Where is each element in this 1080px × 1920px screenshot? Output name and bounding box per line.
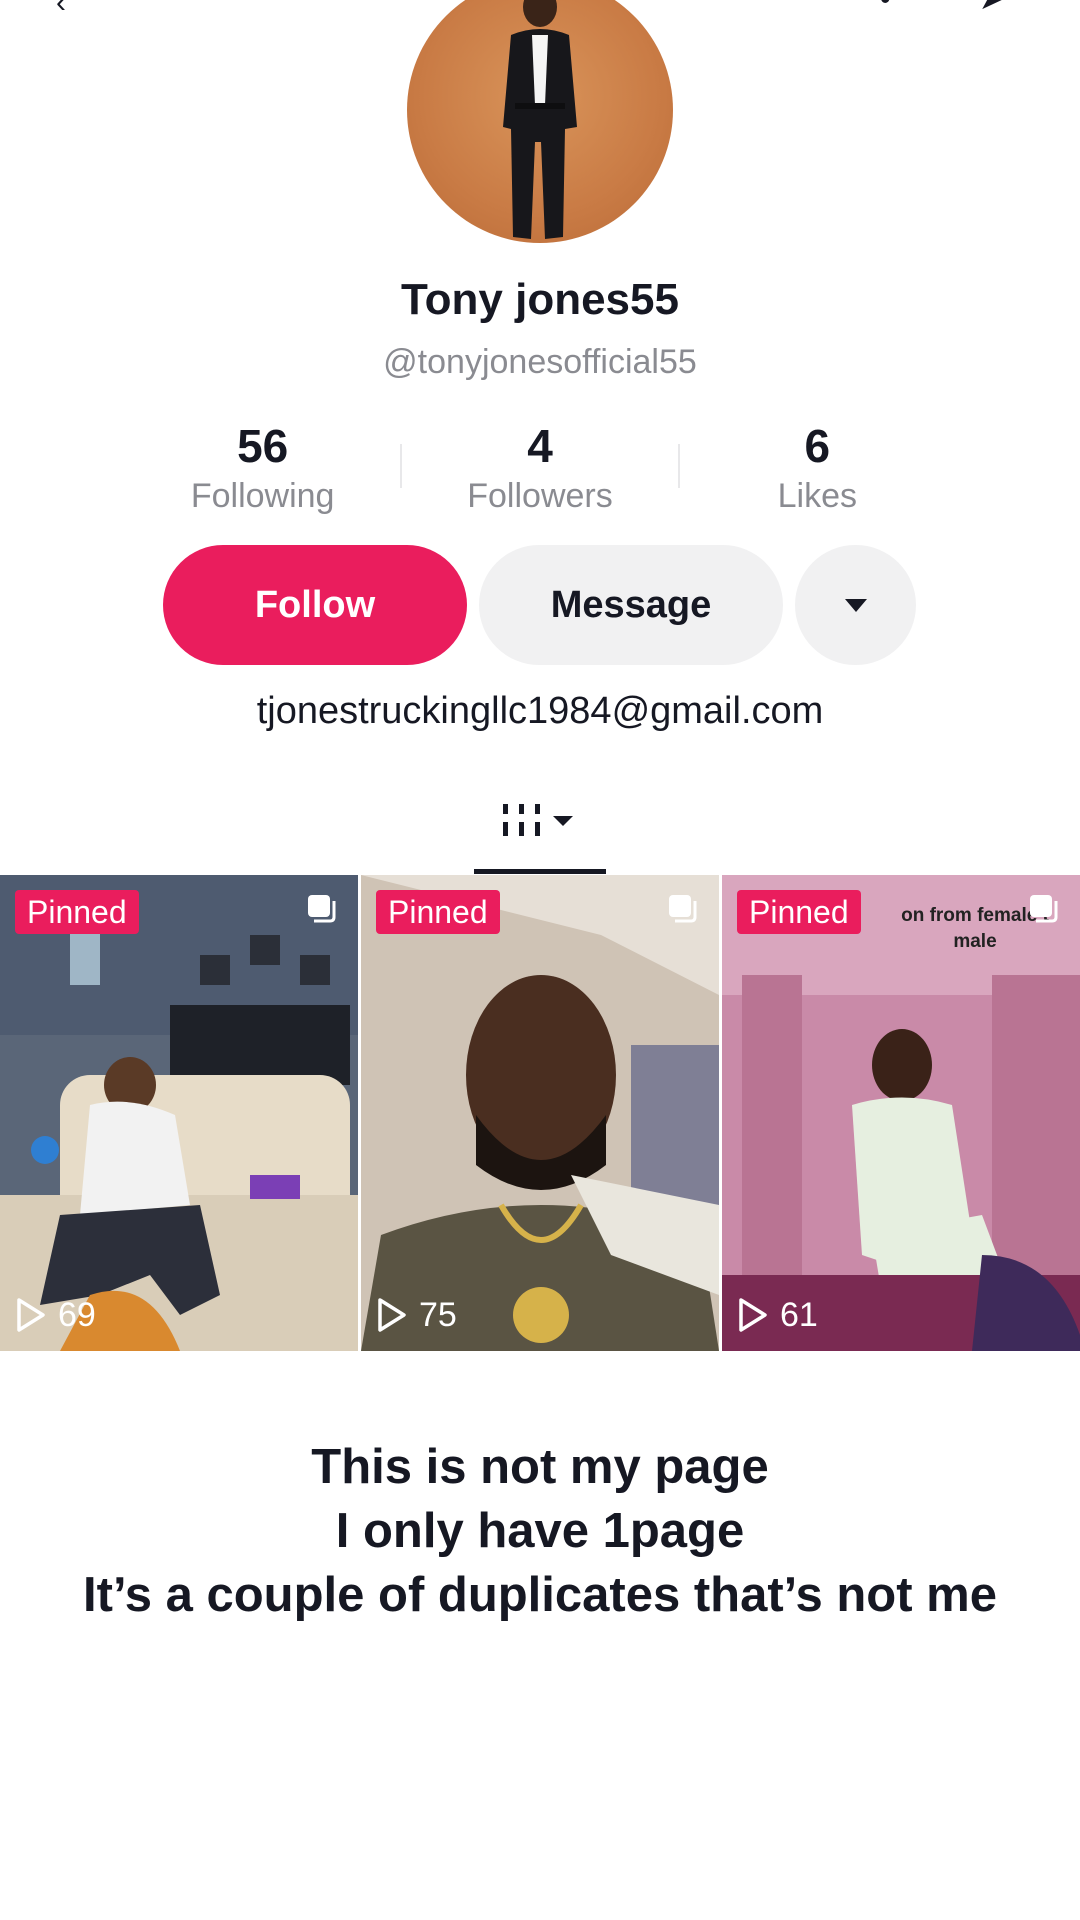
play-count: 69	[16, 1291, 96, 1339]
video-grid: Pinned 69 Pinned 75 on from female male …	[0, 875, 1080, 1351]
following-label: Following	[190, 477, 335, 515]
overlay-caption: This is not my page I only have 1page It…	[0, 1435, 1080, 1627]
likes-count: 6	[804, 420, 831, 472]
top-right-icons[interactable]: • ➤	[880, 0, 1044, 17]
play-count: 61	[738, 1291, 818, 1339]
avatar[interactable]	[407, 0, 673, 243]
follow-button[interactable]: Follow	[163, 545, 467, 665]
active-tab-indicator	[474, 869, 606, 874]
video-thumbnail[interactable]: on from female t male Pinned 61	[722, 875, 1080, 1351]
multi-post-icon	[669, 895, 697, 923]
caret-down-icon	[844, 599, 867, 612]
message-button[interactable]: Message	[479, 545, 783, 665]
tab-videos[interactable]	[497, 790, 587, 850]
caption-line: This is not my page	[311, 1440, 769, 1494]
play-count-value: 69	[58, 1295, 96, 1334]
caption-line: I only have 1page	[335, 1504, 745, 1558]
more-options-button[interactable]	[795, 545, 916, 665]
play-outline-icon	[17, 1298, 45, 1332]
play-count-value: 75	[419, 1295, 457, 1334]
play-outline-icon	[378, 1298, 406, 1332]
stat-following[interactable]: 56 Following	[125, 420, 400, 520]
play-count-value: 61	[780, 1295, 818, 1334]
bio-text: tjonestruckingllc1984@gmail.com	[256, 690, 824, 732]
stat-likes: 6 Likes	[680, 420, 955, 520]
stat-followers[interactable]: 4 Followers	[402, 420, 677, 520]
multi-post-icon	[1030, 895, 1058, 923]
followers-count: 4	[527, 420, 553, 472]
pinned-badge: Pinned	[15, 890, 139, 934]
followers-label: Followers	[467, 477, 613, 515]
play-outline-icon	[739, 1298, 767, 1332]
content-tab-bar	[0, 780, 1080, 875]
pinned-badge: Pinned	[737, 890, 861, 934]
video-thumbnail[interactable]: Pinned 69	[0, 875, 358, 1351]
following-count: 56	[237, 420, 289, 472]
likes-label: Likes	[777, 477, 857, 515]
caption-line: It’s a couple of duplicates that’s not m…	[83, 1568, 997, 1622]
back-arrow-icon[interactable]: ‹	[56, 0, 66, 20]
video-thumbnail[interactable]: Pinned 75	[361, 875, 719, 1351]
display-name: Tony jones55	[401, 275, 679, 324]
profile-stats: 56 Following 4 Followers 6 Likes	[125, 420, 955, 520]
username-handle: @tonyjonesofficial55	[383, 343, 697, 381]
multi-post-icon	[308, 895, 336, 923]
grid-filter-icon	[503, 804, 573, 836]
play-count: 75	[377, 1291, 457, 1339]
pinned-badge: Pinned	[376, 890, 500, 934]
